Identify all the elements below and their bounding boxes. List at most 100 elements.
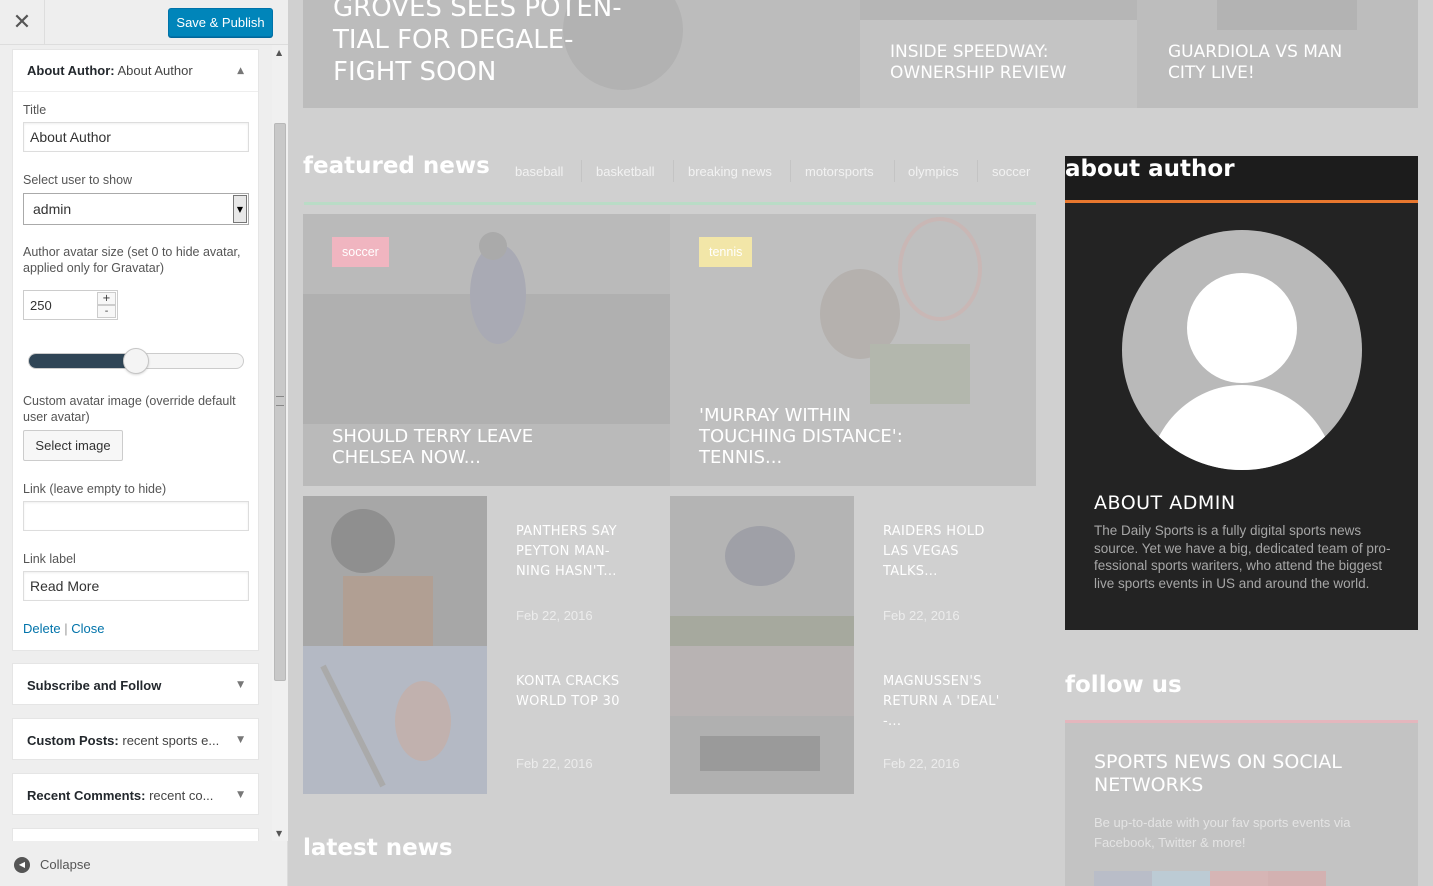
featured-rule bbox=[304, 202, 1036, 205]
chevron-down-icon[interactable]: ▼ bbox=[237, 680, 244, 690]
hero-post-2[interactable]: INSIDE SPEEDWAY: OWNERSHIP REVIEW bbox=[860, 0, 1137, 108]
post-title[interactable]: RAIDERS HOLD LAS VEGAS TALKS... bbox=[883, 522, 1003, 582]
card-title[interactable]: SHOULD TERRY LEAVE CHELSEA NOW... bbox=[332, 426, 533, 468]
title-input[interactable]: About Author bbox=[23, 122, 249, 152]
author-bio: The Daily Sports is a fully digital spor… bbox=[1094, 523, 1391, 591]
increment-icon[interactable]: + bbox=[97, 292, 116, 305]
title-label: Title bbox=[23, 103, 47, 117]
widget-header-about-author[interactable]: About Author: About Author ▲ bbox=[13, 50, 258, 92]
hero-post-main[interactable]: GROVES SEES POTEN- TIAL FOR DEGALE- FIGH… bbox=[303, 0, 860, 108]
post-title[interactable]: PANTHERS SAY PEYTON MAN-NING HASN'T... bbox=[516, 522, 636, 582]
category-divider bbox=[673, 160, 674, 182]
chevron-up-icon[interactable]: ▲ bbox=[237, 66, 244, 76]
widget-recent-comments[interactable]: Recent Comments: recent co... ▼ bbox=[12, 773, 259, 815]
delete-link[interactable]: Delete bbox=[23, 621, 61, 636]
select-user-label: Select user to show bbox=[23, 173, 133, 187]
twitter-icon[interactable] bbox=[1152, 871, 1210, 886]
post-card[interactable]: RAIDERS HOLD LAS VEGAS TALKS... Feb 22, … bbox=[670, 496, 1036, 646]
follow-text: Be up-to-date with your fav sports event… bbox=[1094, 815, 1351, 850]
widget-next[interactable] bbox=[12, 828, 259, 841]
category-divider bbox=[894, 160, 895, 182]
category-divider bbox=[581, 160, 582, 182]
author-name: ABOUT ADMIN bbox=[1094, 492, 1236, 514]
widget-header-recent-comments[interactable]: Recent Comments: recent co... ▼ bbox=[13, 774, 258, 816]
custom-avatar-label: Custom avatar image (override default us… bbox=[23, 394, 236, 424]
featured-card-soccer[interactable]: soccer SHOULD TERRY LEAVE CHELSEA NOW... bbox=[303, 214, 670, 486]
google-plus-icon[interactable] bbox=[1210, 871, 1268, 886]
post-date: Feb 22, 2016 bbox=[516, 608, 593, 623]
widget-title: About Author: bbox=[27, 63, 115, 78]
widget-subtitle: recent sports e... bbox=[122, 732, 220, 748]
avatar-size-label: Author avatar size (set 0 to hide avatar… bbox=[23, 245, 241, 275]
action-separator: | bbox=[64, 621, 68, 636]
widget-about-author: About Author: About Author ▲ Title About… bbox=[12, 49, 259, 651]
featured-card-tennis[interactable]: tennis 'MURRAY WITHIN TOUCHING DISTANCE'… bbox=[670, 214, 1036, 486]
customizer-sidebar: ✕ Save & Publish About Author: About Aut… bbox=[0, 0, 288, 886]
follow-heading: SPORTS NEWS ON SOCIAL NETWORKS bbox=[1094, 751, 1342, 796]
hero-title[interactable]: GUARDIOLA VS MAN CITY LIVE! bbox=[1168, 42, 1342, 84]
about-author-header: about author bbox=[1065, 156, 1418, 203]
post-title[interactable]: MAGNUSSEN'S RETURN A 'DEAL' -... bbox=[883, 672, 1003, 732]
slider-fill bbox=[29, 354, 137, 368]
widget-title: Subscribe and Follow bbox=[27, 677, 162, 693]
widget-header-subscribe[interactable]: Subscribe and Follow ▼ bbox=[13, 664, 258, 706]
dropdown-arrow-icon[interactable]: ▼ bbox=[233, 195, 247, 223]
avatar bbox=[1122, 230, 1362, 470]
card-title[interactable]: 'MURRAY WITHIN TOUCHING DISTANCE': TENNI… bbox=[699, 405, 903, 468]
save-publish-button[interactable]: Save & Publish bbox=[168, 8, 273, 37]
widget-actions: Delete | Close bbox=[23, 621, 104, 636]
widget-title: Custom Posts: bbox=[27, 732, 119, 748]
widget-header-custom-posts[interactable]: Custom Posts: recent sports e... ▼ bbox=[13, 719, 258, 761]
category-badge[interactable]: tennis bbox=[699, 237, 753, 267]
category-link-motorsports[interactable]: motorsports bbox=[805, 164, 874, 179]
follow-us-title: follow us bbox=[1065, 672, 1182, 698]
link-url-input[interactable] bbox=[23, 501, 249, 531]
post-card[interactable]: MAGNUSSEN'S RETURN A 'DEAL' -... Feb 22,… bbox=[670, 646, 1036, 796]
chevron-down-icon[interactable]: ▼ bbox=[237, 735, 244, 745]
link-url-label: Link (leave empty to hide) bbox=[23, 482, 167, 496]
widget-title: Recent Comments: bbox=[27, 787, 146, 803]
category-divider bbox=[977, 160, 978, 182]
post-thumbnail bbox=[303, 496, 487, 646]
hero-post-3[interactable]: GUARDIOLA VS MAN CITY LIVE! bbox=[1137, 0, 1418, 108]
select-user-value: admin bbox=[33, 201, 72, 217]
about-author-widget: about author ABOUT ADMIN The Daily Sport… bbox=[1065, 156, 1418, 630]
category-link-breaking-news[interactable]: breaking news bbox=[688, 164, 772, 179]
select-user-dropdown[interactable]: admin ▼ bbox=[23, 193, 249, 225]
chevron-down-icon[interactable]: ▼ bbox=[237, 790, 244, 800]
close-icon[interactable]: ✕ bbox=[0, 0, 45, 45]
follow-us-widget: SPORTS NEWS ON SOCIAL NETWORKS Be up-to-… bbox=[1065, 720, 1418, 886]
slider-handle[interactable] bbox=[123, 348, 149, 374]
latest-news-title: latest news bbox=[303, 835, 453, 861]
facebook-icon[interactable] bbox=[1094, 871, 1152, 886]
scroll-up-icon[interactable]: ▲ bbox=[276, 48, 282, 57]
post-card[interactable]: KONTA CRACKS WORLD TOP 30 Feb 22, 2016 bbox=[303, 646, 670, 796]
customizer-controls: About Author: About Author ▲ Title About… bbox=[0, 45, 288, 841]
about-author-title: about author bbox=[1065, 156, 1235, 182]
category-link-baseball[interactable]: baseball bbox=[515, 164, 563, 179]
post-date: Feb 22, 2016 bbox=[883, 756, 960, 771]
category-link-basketball[interactable]: basketball bbox=[596, 164, 655, 179]
post-thumbnail bbox=[670, 646, 854, 794]
pinterest-icon[interactable] bbox=[1268, 871, 1326, 886]
collapse-icon: ◀ bbox=[14, 856, 30, 873]
category-link-soccer[interactable]: soccer bbox=[992, 164, 1030, 179]
category-link-olympics[interactable]: olympics bbox=[908, 164, 959, 179]
link-label-input[interactable]: Read More bbox=[23, 571, 249, 601]
widget-subtitle: About Author bbox=[117, 63, 193, 78]
widget-custom-posts[interactable]: Custom Posts: recent sports e... ▼ bbox=[12, 718, 259, 760]
close-link[interactable]: Close bbox=[71, 621, 104, 636]
hero-title[interactable]: INSIDE SPEEDWAY: OWNERSHIP REVIEW bbox=[890, 42, 1066, 84]
select-image-button[interactable]: Select image bbox=[23, 430, 123, 461]
link-label-label: Link label bbox=[23, 552, 76, 566]
post-title[interactable]: KONTA CRACKS WORLD TOP 30 bbox=[516, 672, 636, 712]
scroll-down-icon[interactable]: ▼ bbox=[276, 829, 282, 838]
post-date: Feb 22, 2016 bbox=[883, 608, 960, 623]
decrement-icon[interactable]: - bbox=[97, 305, 116, 318]
category-badge[interactable]: soccer bbox=[332, 237, 389, 267]
collapse-sidebar-button[interactable]: ◀ Collapse bbox=[0, 843, 288, 886]
post-card[interactable]: PANTHERS SAY PEYTON MAN-NING HASN'T... F… bbox=[303, 496, 670, 646]
widget-subscribe-follow[interactable]: Subscribe and Follow ▼ bbox=[12, 663, 259, 705]
category-divider bbox=[790, 160, 791, 182]
hero-title[interactable]: GROVES SEES POTEN- TIAL FOR DEGALE- FIGH… bbox=[333, 0, 622, 88]
